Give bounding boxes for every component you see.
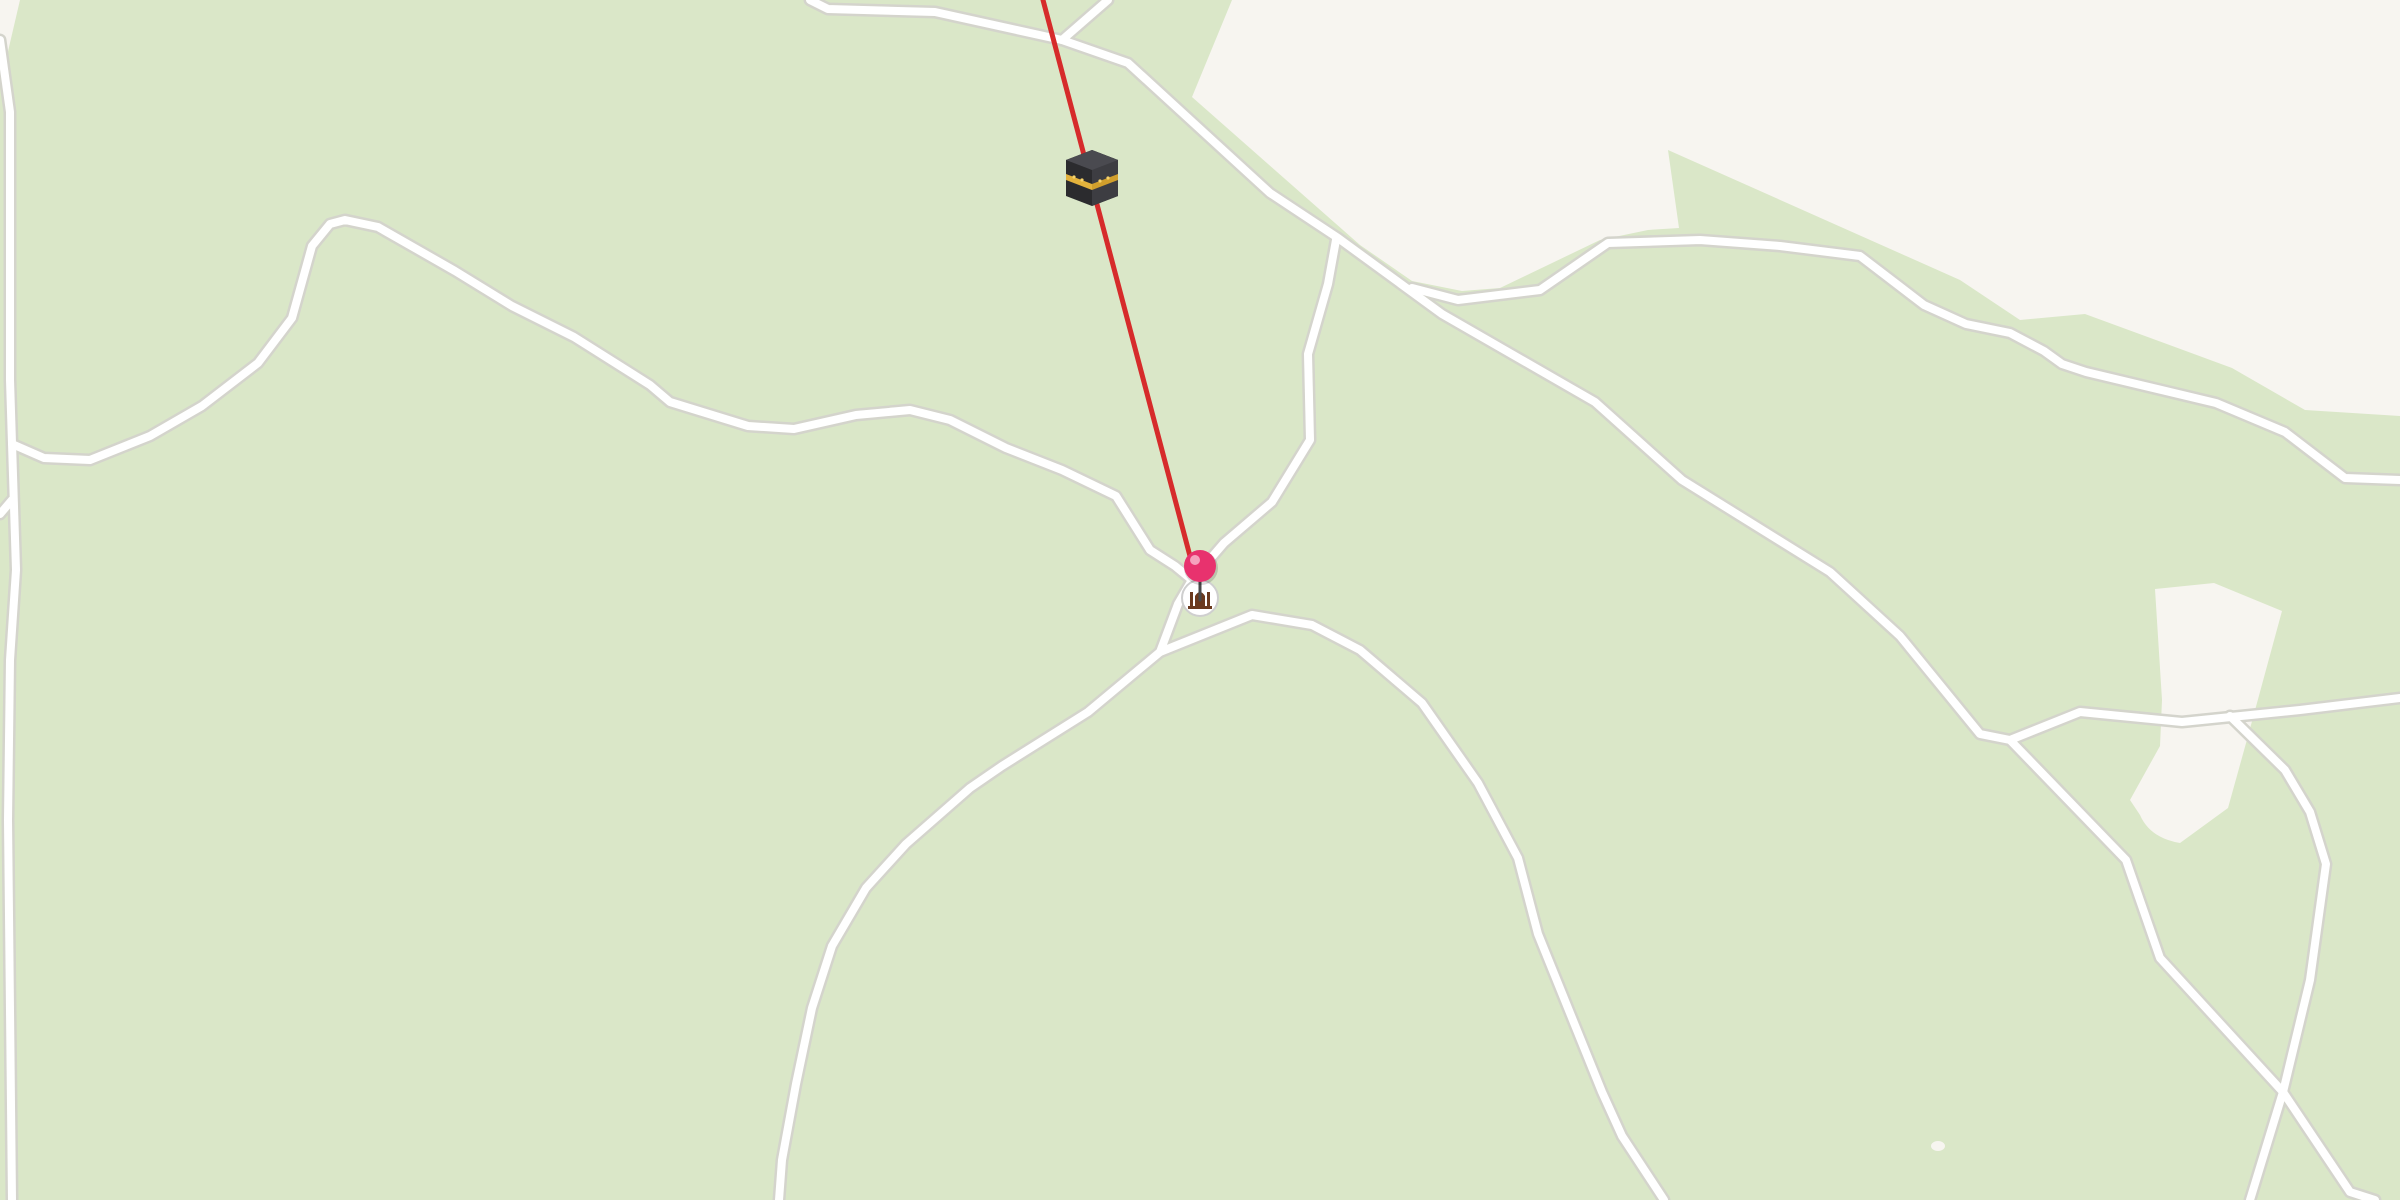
built-area-dot — [1931, 1141, 1945, 1151]
kaaba-marker[interactable] — [1066, 150, 1118, 206]
kaaba-icon — [1066, 150, 1118, 206]
map-view[interactable] — [0, 0, 2400, 1200]
